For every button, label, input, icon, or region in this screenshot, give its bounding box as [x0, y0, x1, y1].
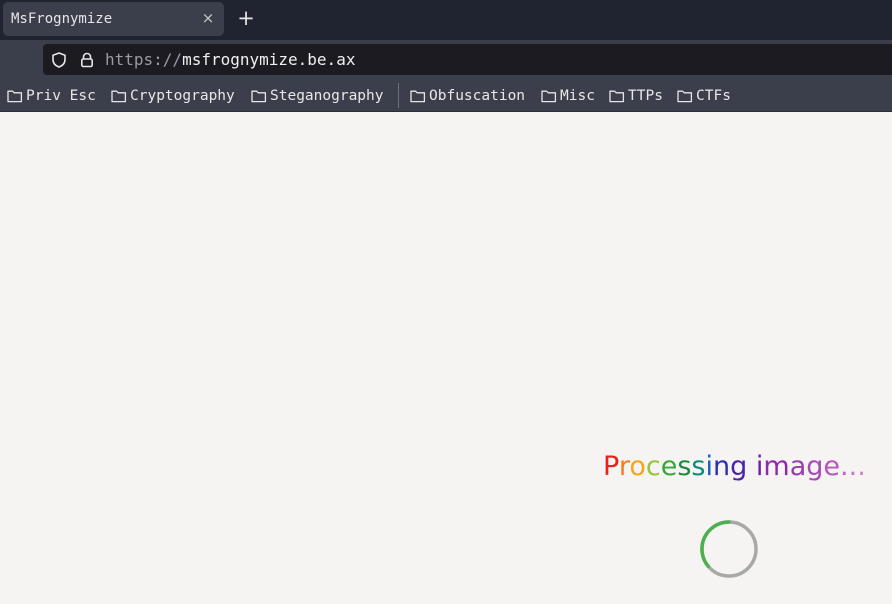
bookmark-separator [398, 83, 399, 108]
tab-title: MsFrognymize [11, 11, 113, 27]
close-icon[interactable]: × [200, 9, 216, 27]
bookmark-folder-priv-esc[interactable]: Priv Esc [7, 86, 96, 106]
address-bar[interactable]: https://msfrognymize.be.ax [43, 44, 892, 75]
url-host: msfrognymize.be.ax [182, 50, 356, 69]
tab-strip: MsFrognymize × + [0, 0, 892, 40]
bookmark-label: Cryptography [130, 88, 235, 104]
bookmark-label: Steganography [270, 88, 384, 104]
folder-icon [410, 90, 426, 103]
bookmark-label: Obfuscation [429, 88, 526, 104]
folder-icon [111, 90, 127, 103]
bookmark-label: CTFs [696, 88, 731, 104]
new-tab-button[interactable]: + [235, 6, 257, 30]
bookmark-label: TTPs [628, 88, 663, 104]
folder-icon [7, 90, 23, 103]
bookmark-folder-ctfs[interactable]: CTFs [677, 86, 731, 106]
shield-icon[interactable] [50, 51, 68, 69]
folder-icon [609, 90, 625, 103]
folder-icon [541, 90, 557, 103]
loading-spinner-icon [700, 520, 758, 578]
navigation-bar: https://msfrognymize.be.ax [0, 40, 892, 80]
folder-icon [251, 90, 267, 103]
bookmark-folder-cryptography[interactable]: Cryptography [111, 86, 235, 106]
page-content: Processing image... [0, 112, 892, 604]
url-text[interactable]: https://msfrognymize.be.ax [105, 51, 355, 69]
lock-icon[interactable] [78, 51, 96, 69]
bookmark-folder-ttps[interactable]: TTPs [609, 86, 663, 106]
bookmarks-toolbar: Priv Esc Cryptography Steganography Obfu… [0, 80, 892, 112]
bookmark-label: Misc [560, 88, 595, 104]
processing-status-text: Processing image... [603, 451, 866, 482]
bookmark-folder-steganography[interactable]: Steganography [251, 86, 384, 106]
folder-icon [677, 90, 693, 103]
tab-msfrognymize[interactable]: MsFrognymize × [3, 2, 224, 36]
bookmark-folder-misc[interactable]: Misc [541, 86, 595, 106]
url-scheme: https:// [105, 50, 183, 69]
bookmark-folder-obfuscation[interactable]: Obfuscation [410, 86, 525, 106]
bookmark-label: Priv Esc [26, 88, 96, 104]
